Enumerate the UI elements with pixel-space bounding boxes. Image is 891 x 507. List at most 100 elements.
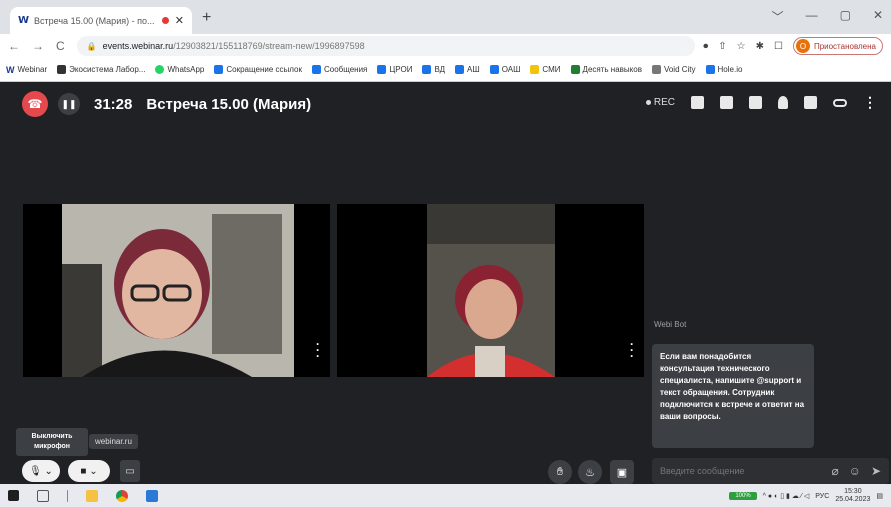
video-tile-1[interactable]: · · · [23,204,330,377]
windows-taskbar: 100% ^ ● ◐ ▯ ▮ ☁ ⁄ ◁ РУС 15:30 25.04.202… [0,484,891,507]
tray-icons[interactable]: ^ ● ◐ ▯ ▮ ☁ ⁄ ◁ [763,492,810,500]
address-bar[interactable]: 🔒 events.webinar.ru /12903821/155118769/… [76,36,696,56]
tab-search-icon[interactable]: ﹀ [772,8,784,25]
clock-date: 25.04.2023 [835,496,871,503]
keyboard-language[interactable]: РУС [815,493,829,500]
bookmark-favicon-icon: W [6,65,15,75]
participant-video [427,204,555,377]
hand-icon: ✋︎ [556,465,564,478]
file-explorer-icon[interactable] [86,489,98,502]
bookmark-favicon-icon [651,65,661,74]
browser-tab[interactable]: W Встреча 15.00 (Мария) - по... ✕ [10,7,192,34]
monitor-icon: ▭ [125,465,135,477]
camera-in-use-icon[interactable]: ⏺ [703,41,708,52]
webinar-app: ☎ ❚❚ 31:28 Встреча 15.00 (Мария) REC ⋮ ·… [0,82,891,484]
bookmark-label: Десять навыков [582,65,642,74]
pause-icon: ❚❚ [61,98,77,109]
webinar-favicon-icon: W [18,15,30,26]
tab-title: Встреча 15.00 (Мария) - по... [34,15,155,26]
bookmark-label: Hole.io [717,65,743,74]
side-panel-icon[interactable]: ☐ [774,41,783,52]
bookmark-favicon-icon [422,65,432,74]
tile-options-icon[interactable]: · · · [316,338,320,362]
send-icon[interactable]: ➤ [871,464,881,478]
minimize-button[interactable]: — [806,8,818,25]
hang-up-button[interactable]: ☎ [22,91,48,117]
forward-button[interactable]: → [32,39,44,53]
bookmark-label: Webinar [17,65,48,74]
flame-icon: ♨ [585,466,595,479]
microphone-off-icon: 🎙︎ ⌄ [29,465,53,477]
bookmark-label: АШ [467,65,480,74]
chat-message-input[interactable] [660,466,822,476]
new-tab-button[interactable]: + [202,9,211,27]
maximize-button[interactable]: ▢ [840,8,851,25]
close-window-button[interactable]: ✕ [873,8,883,25]
bookmark-item[interactable]: ОАШ [489,65,521,74]
chat-message: Если вам понадобится консультация технич… [652,344,814,448]
more-menu-icon[interactable]: ⋮ [863,94,877,111]
clock[interactable]: 15:30 25.04.2023 [835,488,870,504]
bookmark-favicon-icon [214,65,224,74]
bookmark-label: СМИ [542,65,561,74]
tab-close-icon[interactable]: ✕ [175,14,184,27]
bookmark-item[interactable]: WhatsApp [155,65,204,74]
link-icon[interactable] [833,98,847,107]
bookmark-item[interactable]: ЦРОИ [377,65,412,74]
reload-button[interactable]: C [56,39,65,53]
video-tile-2[interactable]: · · · [337,204,644,377]
camera-toggle-button[interactable]: ■ ⌄ [68,460,110,482]
bookmark-favicon-icon [155,65,165,74]
participant-silhouette [62,204,294,377]
bookmark-item[interactable]: АШ [455,65,480,74]
bookmark-item[interactable]: Hole.io [705,65,743,74]
battery-indicator[interactable]: 100% [729,492,757,500]
layout-icon: ▣ [616,466,628,479]
attach-icon[interactable]: ⌀ [831,464,838,478]
tile-options-icon[interactable]: · · · [630,338,634,362]
chrome-icon[interactable] [116,489,128,502]
layout-button[interactable]: ▣ [610,460,634,484]
bookmark-label: Сообщения [323,65,368,74]
phone-icon: ☎ [27,97,43,111]
bookmark-label: ОАШ [501,65,521,74]
bookmark-item[interactable]: Void City [651,65,696,74]
rec-button[interactable]: REC [645,97,675,108]
bookmark-favicon-icon [570,65,580,74]
microphone-toggle-button[interactable]: 🎙︎ ⌄ [22,460,60,482]
chat-message-author: Webi Bot [654,320,687,329]
participants-icon[interactable] [778,96,788,109]
bookmark-label: WhatsApp [167,65,205,74]
back-button[interactable]: ← [8,39,20,53]
lock-icon[interactable]: 🔒 [87,42,97,51]
questions-icon[interactable] [749,96,762,109]
bookmark-star-icon[interactable]: ☆ [737,41,746,52]
photos-icon[interactable] [146,489,158,502]
reactions-button[interactable]: ♨ [578,460,602,484]
participant-silhouette [427,204,555,377]
bookmark-item[interactable]: Десять навыков [570,65,642,74]
presentation-icon[interactable] [691,96,704,109]
bookmark-label: Void City [663,65,696,74]
file-icon[interactable] [804,96,817,109]
bookmark-item[interactable]: ВД [422,65,445,74]
bookmark-item[interactable]: W Webinar [6,65,48,75]
bookmark-item[interactable]: Сокращение ссылок [214,65,302,74]
taskbar-divider [67,489,68,502]
window-controls: ﹀ — ▢ ✕ [772,8,883,25]
bookmark-item[interactable]: СМИ [530,65,561,74]
emoji-icon[interactable]: ☺ [849,464,861,478]
chat-icon[interactable] [720,96,733,109]
pause-button[interactable]: ❚❚ [58,93,80,115]
windows-start-icon[interactable] [8,490,19,501]
extensions-icon[interactable]: ✱ [756,41,764,52]
notifications-icon[interactable]: ▤ [876,492,883,500]
screen-share-button[interactable]: ▭ [120,460,140,482]
task-view-icon[interactable] [37,489,49,502]
bookmark-item[interactable]: Экосистема Лабор... [57,65,145,74]
url-path: /12903821/155118769/stream-new/199689759… [173,41,365,51]
bookmark-item[interactable]: Сообщения [311,65,368,74]
raise-hand-button[interactable]: ✋︎ [548,460,572,484]
share-icon[interactable]: ⇧ [718,41,726,52]
profile-button[interactable]: О Приостановлена [792,37,883,55]
